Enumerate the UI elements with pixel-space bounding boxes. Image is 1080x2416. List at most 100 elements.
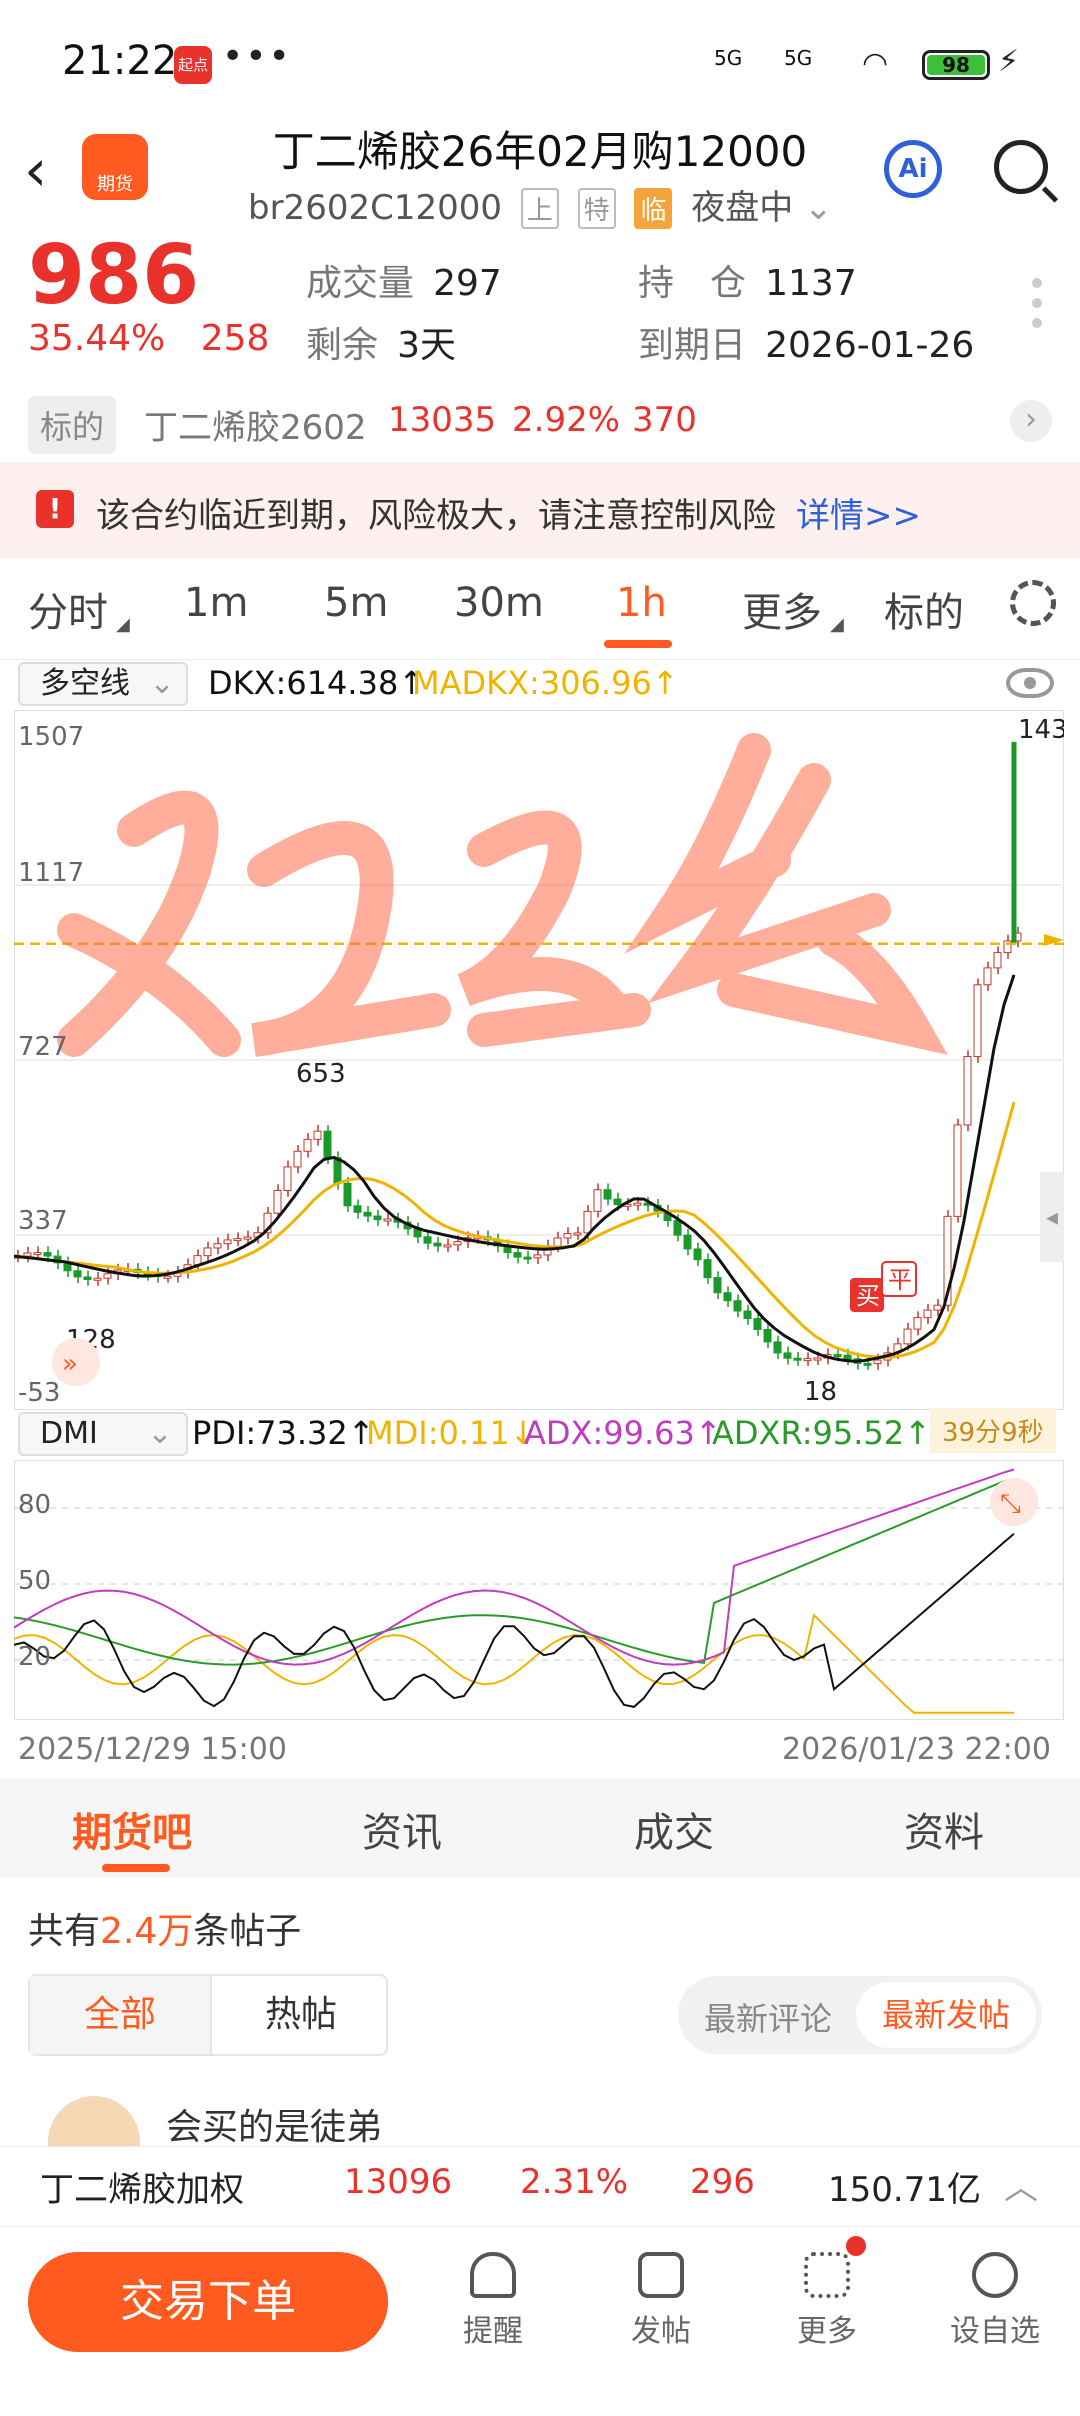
candle [93, 1277, 102, 1281]
candle [443, 1244, 452, 1248]
tab-30m[interactable]: 30m [454, 580, 544, 626]
section-tab-indicator [102, 1864, 170, 1872]
watermark-stroke [457, 810, 651, 1047]
remaining-value: 3天 [397, 325, 457, 366]
chevron-up-icon[interactable]: ︿ [1004, 2160, 1038, 2209]
candle [283, 1166, 292, 1191]
more-vertical-icon[interactable] [1032, 278, 1044, 338]
volume-value: 297 [433, 263, 502, 304]
gear-icon[interactable] [1010, 580, 1056, 626]
candle [273, 1189, 282, 1214]
tab-underlying[interactable]: 标的 [884, 580, 964, 638]
y-label-5: -53 [18, 1378, 61, 1408]
candle [913, 1317, 922, 1330]
filter-hot[interactable]: 热帖 [210, 1976, 390, 2054]
ai-assistant-icon[interactable]: Ai [884, 140, 942, 198]
candlestick-chart: 扛张 1436 653 128 18 买 平 » [14, 715, 1064, 1407]
post-count-value: 2.4万 [100, 1911, 194, 1952]
double-chevron-right-icon: » [62, 1349, 78, 1379]
candle [983, 967, 992, 986]
candle [843, 1354, 852, 1360]
edit-icon [638, 2252, 684, 2298]
post-count: 共有2.4万条帖子 [28, 1902, 301, 1954]
eye-icon[interactable] [1006, 668, 1054, 698]
weighted-change: 296 [690, 2162, 755, 2202]
y-label-2: 1117 [18, 858, 85, 888]
dkx-value: DKX:614.38↑ [208, 664, 426, 702]
side-collapse-handle[interactable]: ◂ [1040, 1172, 1064, 1262]
warning-icon: ! [36, 490, 74, 528]
dropdown-caret-icon-2: ◢ [830, 614, 844, 635]
battery-icon: 98 [922, 50, 990, 80]
tab-time-share[interactable]: 分时 [28, 580, 108, 638]
candle [773, 1341, 782, 1354]
heart-icon [972, 2252, 1018, 2298]
status-bar: 21:22 起点 ••• 5G 5G ◠ 98 ⚡ [0, 0, 1080, 120]
watermark-stroke [247, 821, 451, 1057]
open-interest-value: 1137 [765, 263, 857, 304]
warning-text: 该合约临近到期，风险极大，请注意控制风险 [96, 496, 776, 536]
contract-subtitle[interactable]: br2602C12000 上 特 临 夜盘中 ⌄ [248, 180, 833, 229]
trade-order-button[interactable]: 交易下单 [28, 2252, 388, 2352]
chevron-right-icon[interactable]: › [1010, 400, 1052, 442]
tab-1m[interactable]: 1m [184, 580, 248, 626]
underlying-change: 370 [632, 400, 697, 440]
candle [633, 1202, 642, 1206]
dmi-y-label-1: 80 [18, 1490, 52, 1520]
change-percent: 35.44% [28, 318, 166, 359]
candle [313, 1130, 322, 1140]
post-button[interactable]: 发帖 [596, 2252, 726, 2350]
tag-lin: 临 [634, 188, 673, 229]
status-time: 21:22 [62, 38, 178, 84]
filter-all[interactable]: 全部 [30, 1976, 210, 2054]
warning-details-link[interactable]: 详情>> [796, 488, 921, 537]
sort-latest-post[interactable]: 最新发帖 [856, 1982, 1036, 2048]
candle [223, 1239, 232, 1245]
candle [533, 1254, 542, 1259]
add-watchlist-button[interactable]: 设自选 [930, 2252, 1060, 2350]
weighted-name: 丁二烯胶加权 [40, 2170, 244, 2210]
sort-latest-comment[interactable]: 最新评论 [704, 1994, 832, 2040]
tab-news[interactable]: 资讯 [362, 1800, 442, 1858]
contract-title: 丁二烯胶26年02月购12000 [272, 127, 808, 176]
post-author[interactable]: 会买的是徒弟 [166, 2098, 382, 2150]
active-tab-indicator [604, 640, 672, 648]
candle [213, 1243, 222, 1249]
back-icon[interactable]: ‹ [24, 140, 74, 200]
tab-5m[interactable]: 5m [324, 580, 388, 626]
candle [803, 1358, 812, 1362]
expiry-label: 到期日 [638, 325, 747, 366]
search-icon[interactable] [994, 140, 1048, 194]
candle [743, 1310, 752, 1320]
candle [793, 1357, 802, 1361]
tab-trades[interactable]: 成交 [634, 1800, 714, 1858]
tab-more[interactable]: 更多 [742, 580, 822, 638]
peak-price-label: 653 [296, 1059, 346, 1089]
candle [233, 1238, 242, 1242]
underlying-tag: 标的 [28, 396, 117, 454]
candle [323, 1130, 332, 1159]
adxr-value: ADXR:95.52↑ [712, 1414, 931, 1452]
adx-value: ADX:99.63↑ [524, 1414, 722, 1452]
futures-logo: 期货 [82, 134, 148, 200]
bell-icon [470, 2252, 516, 2298]
candle [903, 1328, 912, 1345]
tab-1h[interactable]: 1h [616, 580, 667, 626]
expand-icon: ⤡ [1000, 1489, 1021, 1519]
watermark-stroke [57, 790, 241, 1057]
candle [713, 1277, 722, 1294]
reminder-button[interactable]: 提醒 [428, 2252, 558, 2350]
tab-forum[interactable]: 期货吧 [72, 1800, 192, 1858]
sub-indicator-select[interactable]: DMI ⌄ [18, 1412, 188, 1456]
candle [813, 1357, 822, 1361]
main-indicator-select[interactable]: 多空线 ⌄ [18, 662, 188, 706]
pdi-line [14, 1532, 1015, 1708]
candle [833, 1354, 842, 1358]
tab-profile[interactable]: 资料 [904, 1800, 984, 1858]
candle [993, 952, 1002, 969]
more-button[interactable]: 更多 [762, 2252, 892, 2350]
notification-dot [846, 2236, 866, 2256]
candle [163, 1275, 172, 1279]
underlying-pct: 2.92% [512, 400, 621, 440]
candle [433, 1242, 442, 1247]
